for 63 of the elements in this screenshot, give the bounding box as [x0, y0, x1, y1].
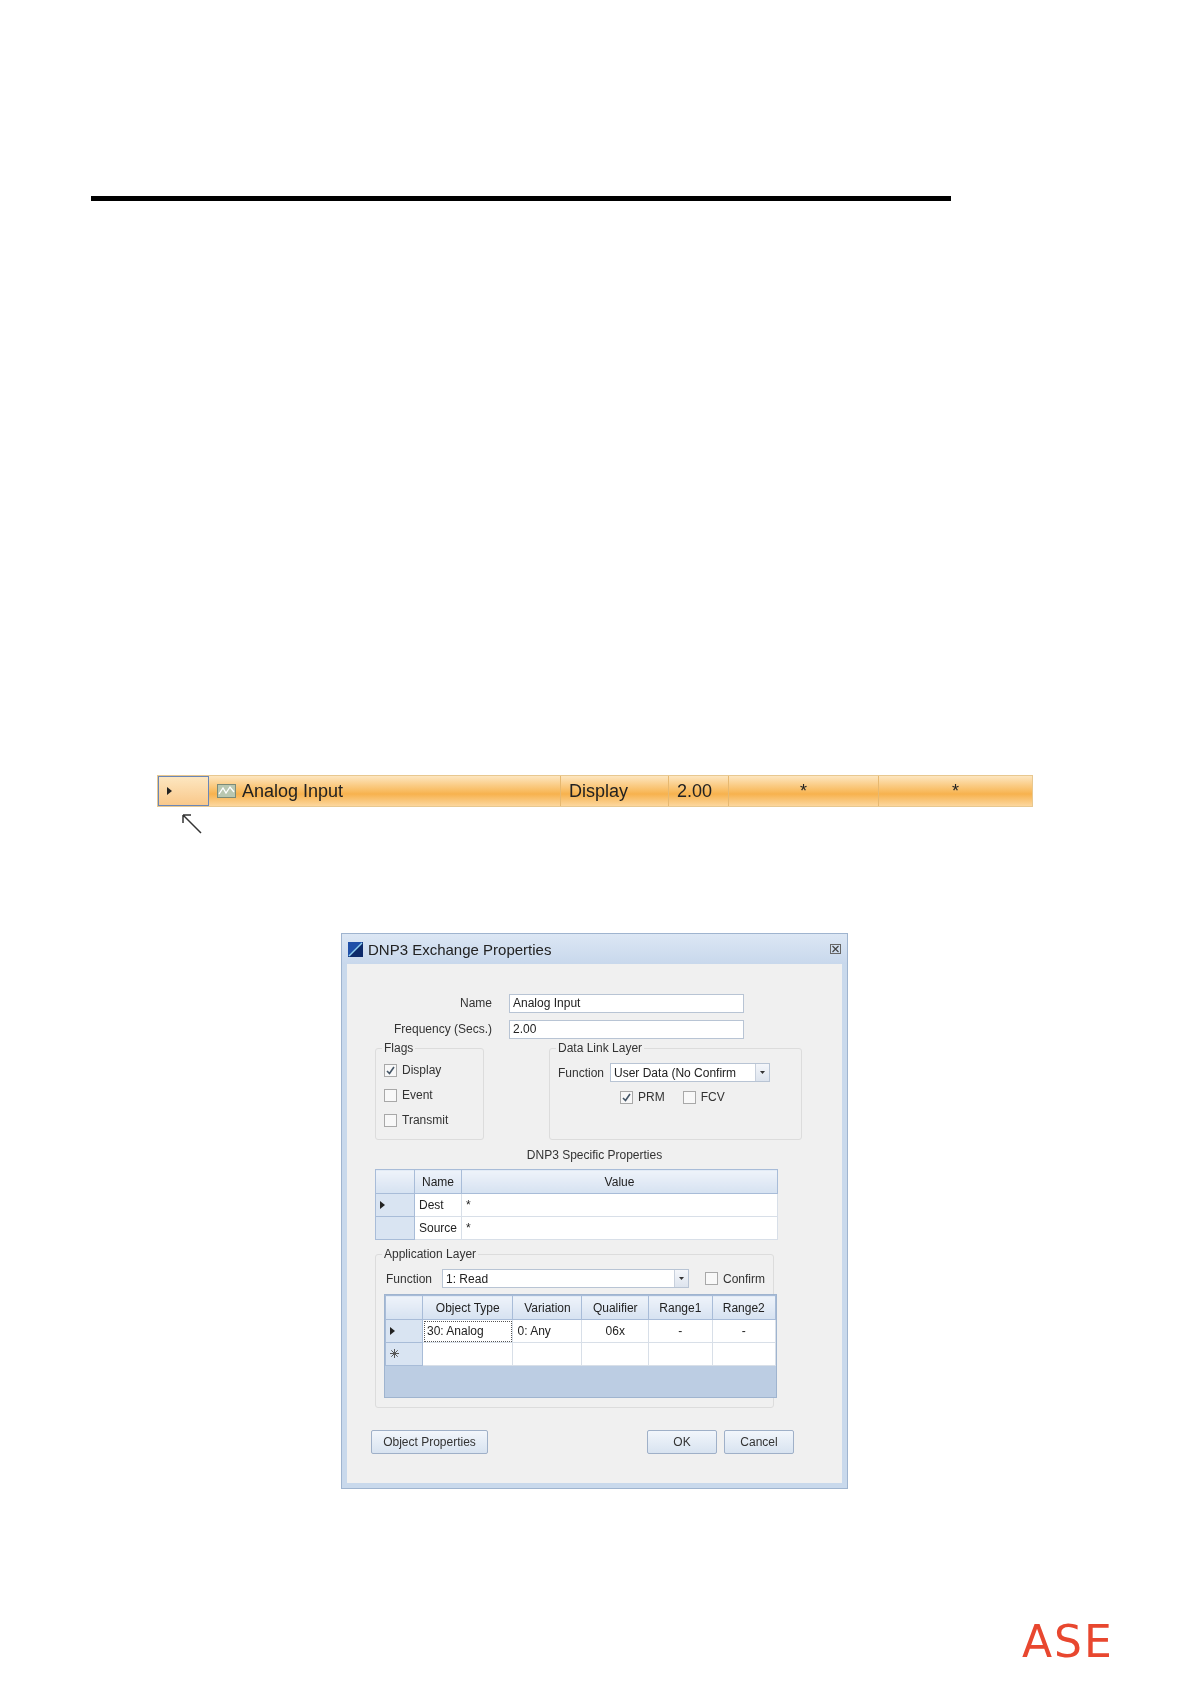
checkbox-label: PRM [638, 1090, 665, 1104]
table-cell: * [729, 776, 879, 806]
object-properties-button[interactable]: Object Properties [371, 1430, 488, 1454]
caret-icon [679, 1277, 684, 1280]
column-header: Range2 [712, 1295, 776, 1320]
row-name: Analog Input [242, 780, 344, 802]
close-icon[interactable] [830, 944, 841, 954]
table-cell: * [461, 1193, 778, 1217]
ok-button[interactable]: OK [647, 1430, 717, 1454]
group-title: Flags [382, 1041, 416, 1055]
function-dropdown[interactable]: 1: Read [442, 1269, 689, 1288]
group-title: Application Layer [382, 1247, 479, 1261]
function-dropdown[interactable]: User Data (No Confirm [610, 1063, 771, 1082]
row-header[interactable] [385, 1342, 423, 1366]
row-header[interactable] [375, 1193, 415, 1217]
table-cell: 2.00 [669, 776, 729, 806]
table-cell: Dest [414, 1193, 462, 1217]
column-header: Variation [513, 1295, 582, 1320]
chart-icon [217, 784, 236, 798]
checkbox-label: Display [402, 1063, 442, 1077]
checkbox[interactable] [384, 1063, 397, 1077]
checkbox[interactable] [705, 1272, 718, 1285]
table-cell: * [461, 1216, 778, 1240]
cancel-button[interactable]: Cancel [724, 1430, 794, 1454]
checkbox-label: Confirm [723, 1271, 765, 1286]
checkbox[interactable] [384, 1088, 397, 1102]
checkbox-label: Event [402, 1088, 433, 1102]
caret-icon [760, 1071, 766, 1074]
table-cell: 0: Any [513, 1319, 582, 1343]
table-cell: - [712, 1319, 776, 1343]
checkbox[interactable] [620, 1090, 633, 1104]
column-header: Name [414, 1169, 462, 1194]
table-cell: Display [561, 776, 669, 806]
column-header: Range1 [648, 1295, 713, 1320]
field-label: Frequency (Secs.) [392, 1022, 493, 1036]
header-cell [375, 1169, 415, 1194]
field-label: Function [558, 1065, 605, 1080]
frequency-field[interactable]: 2.00 [509, 1019, 744, 1039]
table-cell: 06x [581, 1319, 649, 1343]
column-header: Value [461, 1169, 778, 1194]
table-cell: - [648, 1319, 713, 1343]
section-title: DNP3 Specific Properties [525, 1148, 664, 1162]
field-label: Function [386, 1271, 433, 1286]
checkbox-label: Transmit [402, 1113, 449, 1127]
table-cell: 30: Analog [422, 1319, 513, 1343]
row-header[interactable] [158, 776, 209, 806]
row-header[interactable] [385, 1319, 423, 1343]
grid-row[interactable]: Analog Input Display 2.00 * * [157, 775, 1033, 807]
column-header: Qualifier [581, 1295, 649, 1320]
arrow-icon [181, 813, 203, 835]
column-header: Object Type [422, 1295, 513, 1320]
name-field[interactable]: Analog Input [509, 993, 744, 1013]
field-label: Name [459, 996, 493, 1010]
checkbox-label: FCV [700, 1090, 725, 1104]
app-icon [348, 941, 363, 957]
table-cell-text: * [951, 779, 960, 803]
asterisk-icon [390, 1349, 399, 1358]
table-cell: Source [414, 1216, 462, 1240]
group-title: Data Link Layer [556, 1041, 645, 1055]
window-title: DNP3 Exchange Properties [368, 940, 553, 958]
checkbox[interactable] [384, 1113, 397, 1127]
logo: ASE [1022, 1620, 1114, 1664]
checkbox[interactable] [682, 1090, 696, 1104]
